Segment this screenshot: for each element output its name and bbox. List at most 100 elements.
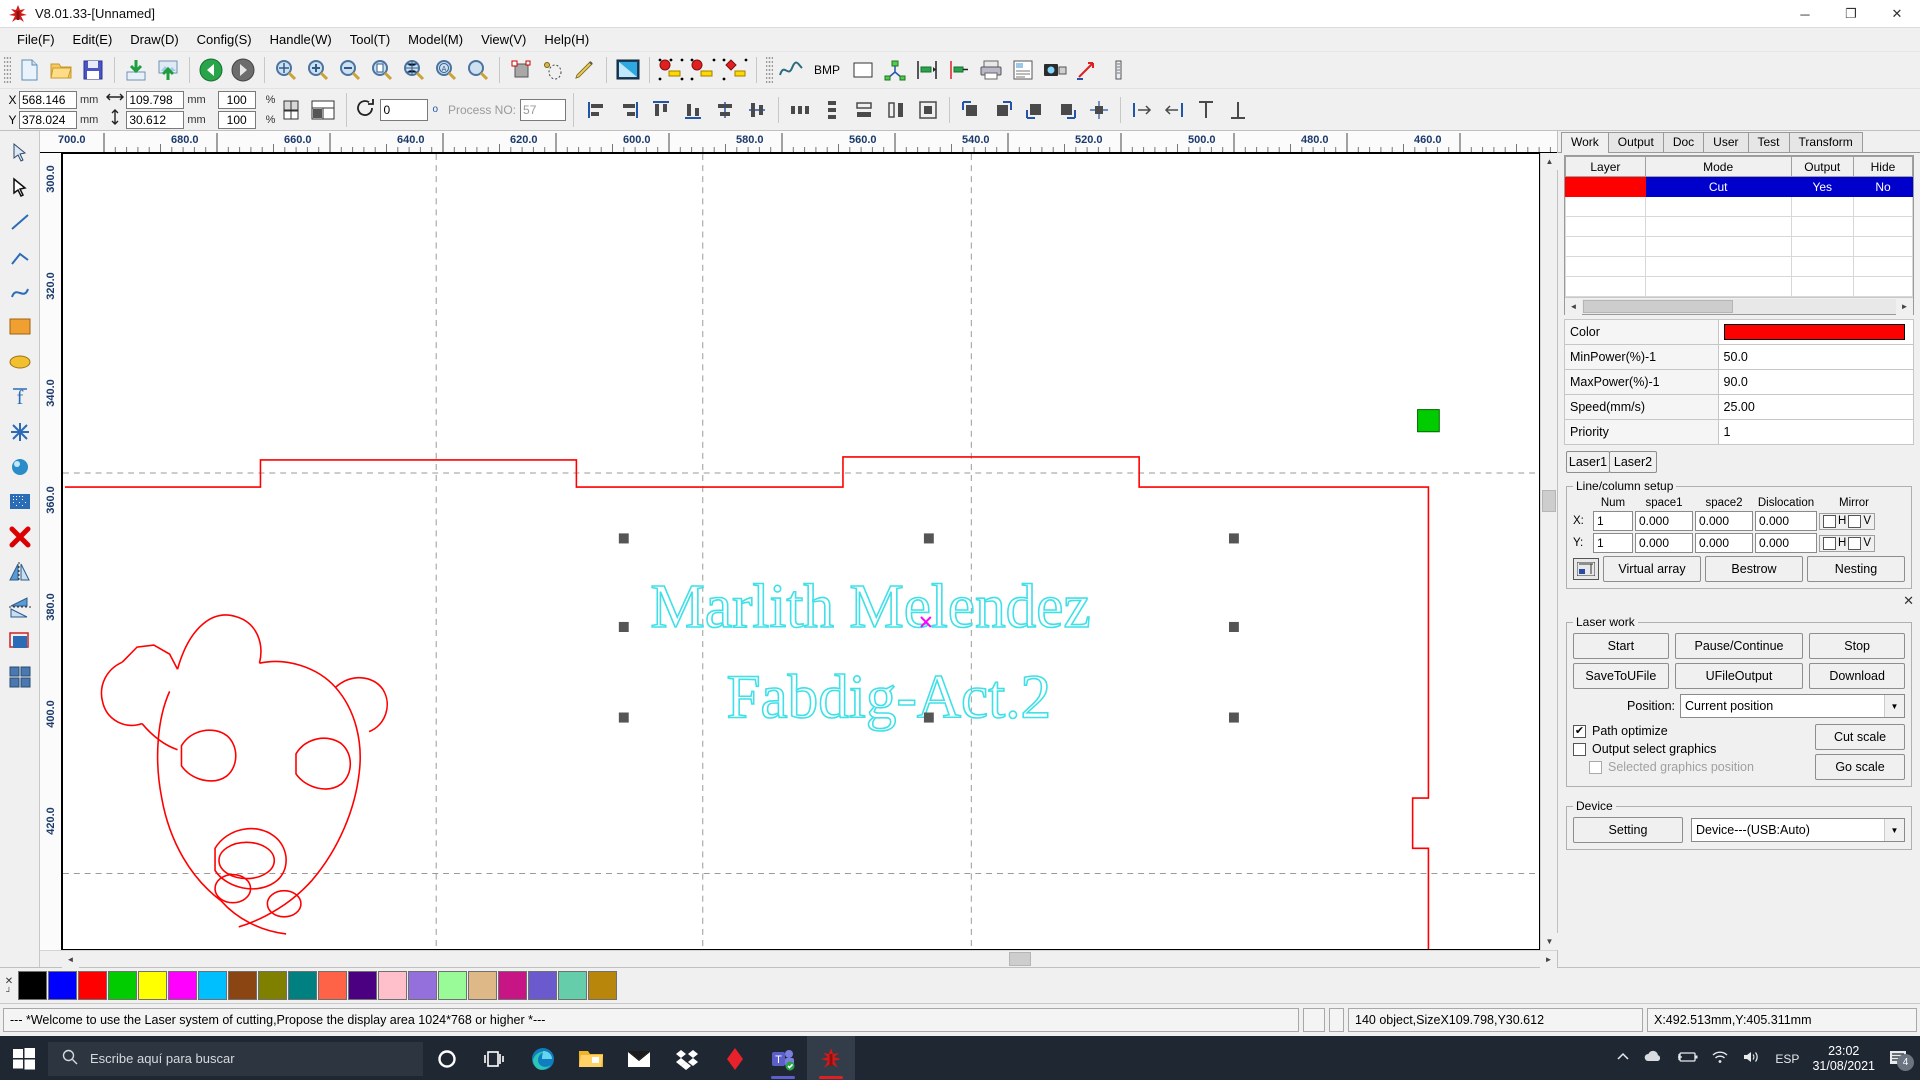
layer-list[interactable]: Layer Mode Output Hide Cut Yes No <box>1564 155 1914 315</box>
width-input[interactable]: 109.798 <box>126 91 184 109</box>
align-tr-icon[interactable] <box>987 94 1019 126</box>
scroll-right-button[interactable]: ► <box>1540 951 1557 968</box>
offset-icon[interactable] <box>943 54 975 86</box>
table-row[interactable] <box>1566 237 1913 257</box>
edge-icon[interactable] <box>519 1036 567 1080</box>
node-edit-icon[interactable] <box>505 54 537 86</box>
language-indicator[interactable]: ESP <box>1775 1052 1799 1066</box>
process-no-input[interactable]: 57 <box>520 99 566 121</box>
capture-tool[interactable] <box>3 450 37 484</box>
tab-laser2[interactable]: Laser2 <box>1609 451 1657 473</box>
y-mirror-h-checkbox[interactable] <box>1823 537 1836 550</box>
distribute-h-icon[interactable] <box>784 94 816 126</box>
palette-swatch[interactable] <box>138 971 167 1000</box>
array-icon[interactable] <box>879 54 911 86</box>
palette-swatch[interactable] <box>198 971 227 1000</box>
param-value-speed[interactable]: 25.00 <box>1718 395 1913 420</box>
stop-button[interactable]: Stop <box>1809 633 1905 659</box>
menu-model[interactable]: Model(M) <box>399 29 472 50</box>
scroll-left-button[interactable]: ◄ <box>62 951 79 968</box>
palette-swatch[interactable] <box>558 971 587 1000</box>
cut-direction-icon[interactable] <box>687 54 719 86</box>
menu-edit[interactable]: Edit(E) <box>64 29 122 50</box>
device-dropdown[interactable]: Device---(USB:Auto) ▼ <box>1691 818 1905 842</box>
layer-col-mode[interactable]: Mode <box>1645 157 1791 177</box>
tab-transform[interactable]: Transform <box>1789 132 1863 152</box>
bmp-label[interactable]: BMP <box>807 54 847 86</box>
cut-order-icon[interactable] <box>719 54 751 86</box>
align-bottom-icon[interactable] <box>677 94 709 126</box>
palette-swatch[interactable] <box>348 971 377 1000</box>
lock-aspect-icon[interactable] <box>275 94 307 126</box>
chevron-down-icon[interactable]: ▼ <box>1884 695 1904 717</box>
param-row-minpower[interactable]: MinPower(%)-1 50.0 <box>1565 345 1914 370</box>
dropbox-icon[interactable] <box>663 1036 711 1080</box>
param-value-color[interactable] <box>1718 320 1913 345</box>
page-setup-icon[interactable] <box>1007 54 1039 86</box>
vertical-scrollbar[interactable]: ▲ ▼ <box>1540 153 1557 950</box>
param-value-maxpower[interactable]: 90.0 <box>1718 370 1913 395</box>
palette-swatch[interactable] <box>318 971 347 1000</box>
table-row[interactable] <box>1566 277 1913 297</box>
y-position-input[interactable]: 378.024 <box>19 111 77 129</box>
onedrive-icon[interactable] <box>1643 1050 1663 1067</box>
windows-start-icon[interactable] <box>0 1036 48 1080</box>
canvas-text-line2[interactable]: Fabdig-Act.2 <box>726 663 1051 732</box>
tab-test[interactable]: Test <box>1748 132 1790 152</box>
path-optimize-icon[interactable] <box>1071 54 1103 86</box>
pause-continue-button[interactable]: Pause/Continue <box>1675 633 1804 659</box>
tab-work[interactable]: Work <box>1561 132 1609 153</box>
bestrow-button[interactable]: Bestrow <box>1705 556 1803 582</box>
height-input[interactable]: 30.612 <box>126 111 184 129</box>
param-row-maxpower[interactable]: MaxPower(%)-1 90.0 <box>1565 370 1914 395</box>
layer-output-cell[interactable]: Yes <box>1791 177 1853 197</box>
distribute-v-icon[interactable] <box>816 94 848 126</box>
node-edit-tool[interactable] <box>3 170 37 204</box>
volume-icon[interactable] <box>1742 1050 1762 1067</box>
palette-swatch[interactable] <box>288 971 317 1000</box>
import-icon[interactable] <box>120 54 152 86</box>
vertical-ruler[interactable]: 300.0320.0340.0360.0380.0400.0420.0 <box>40 153 62 950</box>
snap-star-tool[interactable] <box>3 415 37 449</box>
path-optimize-row[interactable]: ✔ Path optimize <box>1573 724 1815 738</box>
align-right-icon[interactable] <box>613 94 645 126</box>
array-v-icon[interactable] <box>1158 94 1190 126</box>
menu-file[interactable]: File(F) <box>8 29 64 50</box>
select-arrow-tool[interactable] <box>3 135 37 169</box>
curve-smooth-icon[interactable] <box>537 54 569 86</box>
align-hcenter-icon[interactable] <box>709 94 741 126</box>
tab-output[interactable]: Output <box>1608 132 1664 152</box>
zoom-extents-icon[interactable] <box>398 54 430 86</box>
table-row[interactable] <box>1566 217 1913 237</box>
teams-icon[interactable]: T <box>759 1036 807 1080</box>
show-hidden-icons-icon[interactable] <box>1616 1050 1630 1067</box>
same-height-icon[interactable] <box>880 94 912 126</box>
palette-swatch[interactable] <box>468 971 497 1000</box>
menu-view[interactable]: View(V) <box>472 29 535 50</box>
horizontal-ruler[interactable]: 700.0680.0660.0640.0620.0600.0580.0560.0… <box>40 131 1557 153</box>
rectangle-tool[interactable] <box>3 310 37 344</box>
wifi-icon[interactable] <box>1711 1050 1729 1067</box>
virtual-array-preview-icon[interactable] <box>1573 558 1599 580</box>
print-icon[interactable] <box>975 54 1007 86</box>
menu-handle[interactable]: Handle(W) <box>261 29 341 50</box>
measure-icon[interactable] <box>911 54 943 86</box>
file-explorer-icon[interactable] <box>567 1036 615 1080</box>
battery-charging-icon[interactable] <box>1676 1050 1698 1067</box>
cut-scale-button[interactable]: Cut scale <box>1815 724 1905 750</box>
scale-y-input[interactable]: 100 <box>218 111 256 129</box>
rdworks-taskbar-icon[interactable] <box>807 1036 855 1080</box>
x-dislocation-input[interactable]: 0.000 <box>1755 511 1817 531</box>
line-tool[interactable] <box>3 205 37 239</box>
palette-swatch[interactable] <box>228 971 257 1000</box>
toolbar-grip-2[interactable] <box>766 57 773 83</box>
task-view-icon[interactable] <box>471 1036 519 1080</box>
action-center-icon[interactable]: 4 <box>1888 1049 1910 1069</box>
close-button[interactable]: ✕ <box>1874 0 1920 28</box>
layer-col-hide[interactable]: Hide <box>1853 157 1912 177</box>
zoom-pan-icon[interactable] <box>270 54 302 86</box>
drawing-canvas[interactable]: Marlith Melendez Fabdig-Act.2 <box>62 153 1540 950</box>
param-value-minpower[interactable]: 50.0 <box>1718 345 1913 370</box>
delete-tool[interactable] <box>3 520 37 554</box>
palette-swatch[interactable] <box>588 971 617 1000</box>
